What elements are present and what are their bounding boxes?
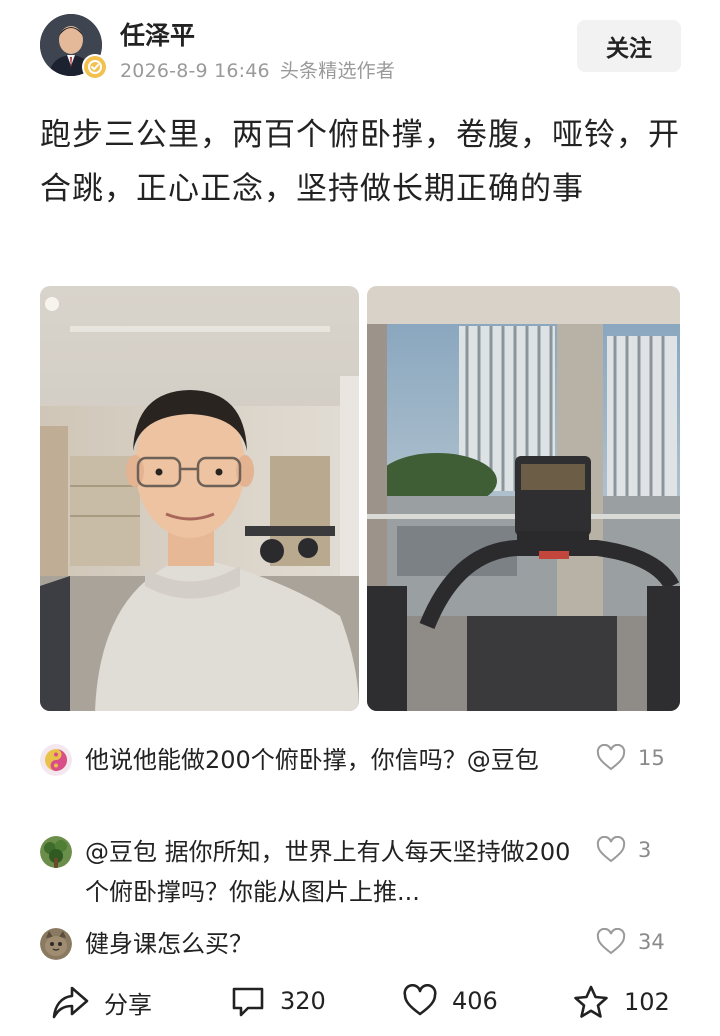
verified-badge-icon <box>82 54 108 80</box>
comment-like-count: 3 <box>638 838 652 862</box>
post-date: 2026-8-9 16:46 <box>120 60 270 82</box>
post-image-selfie[interactable] <box>40 286 359 711</box>
favorites-count: 102 <box>624 988 670 1016</box>
comment-like-count: 34 <box>638 930 665 954</box>
post-meta: 2026-8-9 16:46 头条精选作者 <box>120 56 405 83</box>
post-image-treadmill[interactable] <box>367 286 680 711</box>
action-bar: 分享 320 406 102 <box>0 984 720 1030</box>
comment-like-button[interactable]: 3 <box>596 836 651 864</box>
likes-count: 406 <box>452 987 498 1015</box>
comment-text: @豆包 据你所知，世界上有人每天坚持做200个俯卧撑吗？你能从图片上推... <box>85 838 571 906</box>
heart-icon <box>596 836 626 863</box>
heart-icon <box>596 928 626 955</box>
comment-bubble-icon <box>232 987 264 1017</box>
author-badge-text: 头条精选作者 <box>279 60 396 82</box>
comment-like-button[interactable]: 15 <box>596 744 665 772</box>
comment-like-count: 15 <box>638 746 665 770</box>
plant-avatar-icon <box>40 836 72 868</box>
heart-icon <box>403 984 437 1016</box>
comment-text: 健身课怎么买？ <box>85 930 253 958</box>
comment-like-button[interactable]: 34 <box>596 928 665 956</box>
favorite-button[interactable]: 102 <box>572 984 670 1020</box>
share-label: 分享 <box>104 990 152 1019</box>
comment-text: 他说他能做200个俯卧撑，你信吗？@豆包 <box>85 746 539 774</box>
follow-button[interactable]: 关注 <box>577 20 681 72</box>
heart-icon <box>596 744 626 771</box>
comments-button[interactable]: 320 <box>230 984 326 1018</box>
author-avatar[interactable] <box>40 14 108 80</box>
comments-count: 320 <box>280 987 326 1015</box>
like-button[interactable]: 406 <box>402 984 498 1018</box>
yin-yang-avatar-icon <box>40 744 72 776</box>
post-text: 跑步三公里，两百个俯卧撑，卷腹，哑铃，开合跳，正心正念，坚持做长期正确的事 <box>40 117 680 207</box>
author-name[interactable]: 任泽平 <box>120 16 195 52</box>
cat-avatar-icon <box>40 928 72 960</box>
star-icon <box>574 985 608 1018</box>
share-icon <box>52 986 89 1019</box>
post-header: 任泽平 2026-8-9 16:46 头条精选作者 关注 <box>0 0 720 90</box>
share-button[interactable]: 分享 <box>52 984 152 1020</box>
